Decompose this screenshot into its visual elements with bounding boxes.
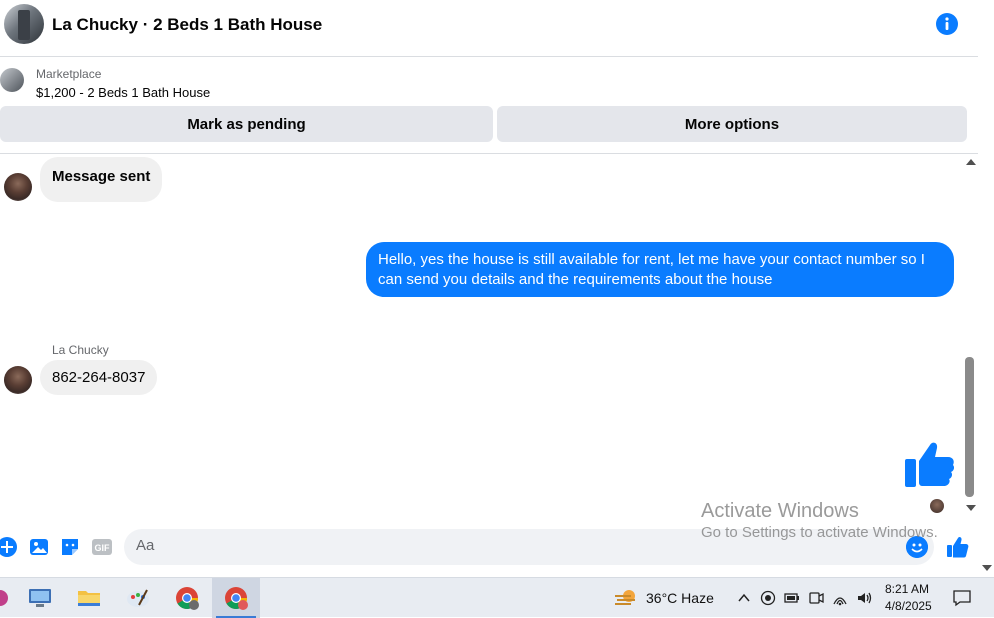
app-glyph <box>0 590 8 606</box>
listing-thumbnail[interactable] <box>0 68 24 92</box>
info-icon[interactable] <box>936 13 958 35</box>
computer-glyph <box>29 589 51 607</box>
chrome-glyph <box>176 587 199 610</box>
mark-as-pending-button[interactable]: Mark as pending <box>0 106 493 142</box>
gif-icon[interactable]: GIF <box>91 536 113 558</box>
message-composer: GIF Aa <box>0 527 978 567</box>
photo-icon[interactable] <box>28 536 50 558</box>
paint-icon[interactable] <box>114 578 162 618</box>
sticker-icon[interactable] <box>59 536 81 558</box>
chrome-profile-glyph <box>225 587 248 610</box>
house-photo-avatar[interactable] <box>4 4 44 44</box>
messenger-window: La Chucky · 2 Beds 1 Bath House Marketpl… <box>0 0 994 577</box>
notification-icon[interactable] <box>952 589 972 607</box>
more-options-button[interactable]: More options <box>497 106 967 142</box>
weather-text[interactable]: 36°C Haze <box>646 590 714 606</box>
folder-glyph <box>78 591 100 606</box>
weather-haze-icon[interactable] <box>613 586 639 610</box>
computer-icon[interactable] <box>16 578 64 618</box>
contact-avatar[interactable] <box>4 366 32 394</box>
gif-label: GIF <box>95 543 111 553</box>
scroll-down-arrow[interactable] <box>966 505 976 511</box>
message-input-placeholder: Aa <box>136 537 155 554</box>
network-icon[interactable] <box>832 590 848 606</box>
sender-name: La Chucky <box>52 343 109 357</box>
chrome-icon[interactable] <box>163 578 211 618</box>
file-explorer-icon[interactable] <box>65 578 113 618</box>
windows-taskbar: 36°C Haze 8:21 AM 4/8/2025 <box>0 577 994 618</box>
scroll-up-arrow[interactable] <box>966 159 976 165</box>
conversation-title[interactable]: La Chucky · 2 Beds 1 Bath House <box>52 15 322 35</box>
scrollbar-thumb[interactable] <box>965 357 974 497</box>
volume-icon[interactable] <box>856 590 872 606</box>
marketplace-listing-card: Marketplace $1,200 - 2 Beds 1 Bath House… <box>0 58 978 154</box>
message-thread: Message sent Hello, yes the house is sti… <box>0 155 962 517</box>
chrome-profile-icon[interactable] <box>212 578 260 618</box>
paint-glyph <box>127 589 149 607</box>
contact-avatar[interactable] <box>4 173 32 201</box>
message-bubble-incoming[interactable]: 862-264-8037 <box>40 360 158 395</box>
clock-date: 4/8/2025 <box>885 599 932 613</box>
like-icon[interactable] <box>945 535 969 559</box>
meet-now-icon[interactable] <box>808 590 824 606</box>
message-bubble-incoming[interactable]: Message sent <box>40 157 163 202</box>
record-icon[interactable] <box>760 590 776 606</box>
chevron-up-icon[interactable] <box>736 590 752 606</box>
info-glyph <box>945 17 949 30</box>
seen-receipt-avatar <box>930 499 944 513</box>
thread-scrollbar[interactable] <box>962 155 978 517</box>
battery-icon[interactable] <box>784 590 800 606</box>
clock-time: 8:21 AM <box>885 582 930 596</box>
message-bubble-outgoing[interactable]: Hello, yes the house is still available … <box>366 242 954 297</box>
conversation-header: La Chucky · 2 Beds 1 Bath House <box>0 0 978 57</box>
page-scroll-down-arrow[interactable] <box>982 565 992 571</box>
plus-icon[interactable] <box>0 536 18 558</box>
listing-title[interactable]: $1,200 - 2 Beds 1 Bath House <box>36 85 210 100</box>
system-clock[interactable]: 8:21 AM 4/8/2025 <box>885 581 932 615</box>
thumbs-up-icon[interactable] <box>902 439 956 491</box>
emoji-icon[interactable] <box>906 536 928 558</box>
marketplace-label: Marketplace <box>36 67 102 81</box>
message-input[interactable]: Aa <box>124 529 934 565</box>
